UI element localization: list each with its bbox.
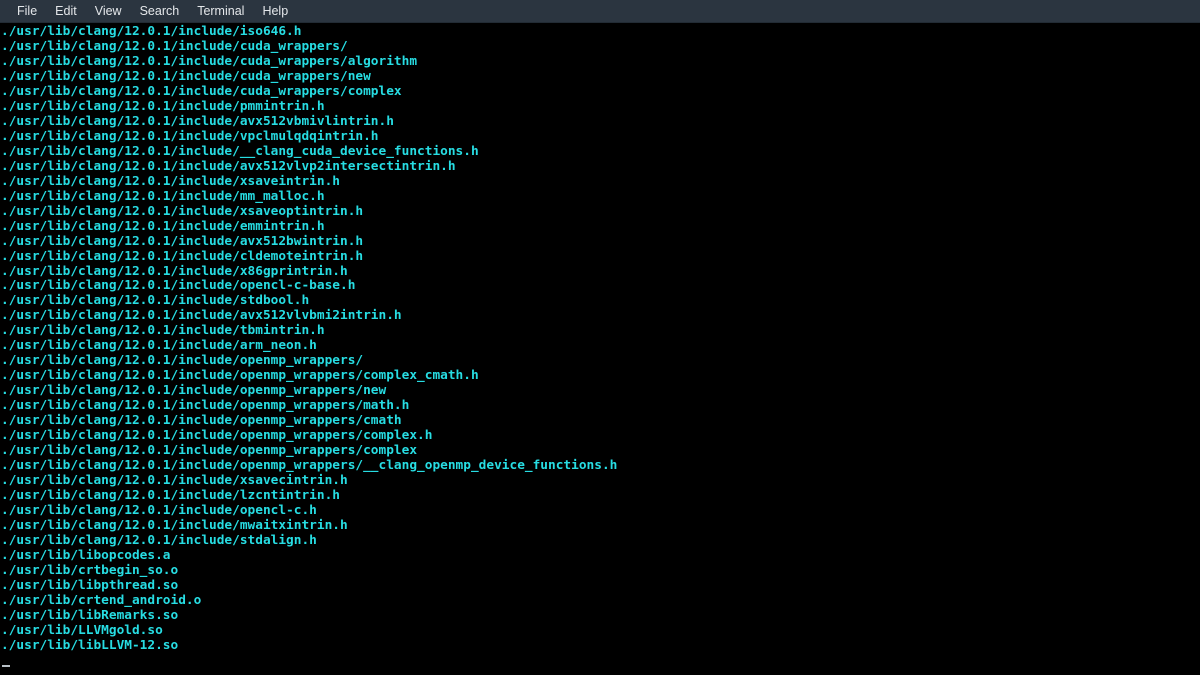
terminal-line: ./usr/lib/clang/12.0.1/include/xsavecint…: [1, 473, 348, 489]
terminal-line: ./usr/lib/clang/12.0.1/include/emmintrin…: [1, 218, 325, 234]
terminal-line: ./usr/lib/clang/12.0.1/include/cuda_wrap…: [1, 53, 418, 69]
terminal-line: ./usr/lib/crtend_android.o: [1, 592, 202, 608]
terminal-line: ./usr/lib/clang/12.0.1/include/openmp_wr…: [1, 458, 618, 474]
menu-item-search[interactable]: Search: [131, 2, 189, 21]
terminal-line: ./usr/lib/LLVMgold.so: [1, 622, 163, 638]
terminal-line: ./usr/lib/clang/12.0.1/include/cuda_wrap…: [1, 68, 371, 84]
terminal-line: ./usr/lib/clang/12.0.1/include/openmp_wr…: [1, 398, 410, 414]
terminal-line: ./usr/lib/clang/12.0.1/include/openmp_wr…: [1, 443, 418, 459]
terminal-line: ./usr/lib/clang/12.0.1/include/stdbool.h: [1, 293, 310, 309]
terminal-line: ./usr/lib/clang/12.0.1/include/openmp_wr…: [1, 368, 479, 384]
terminal-line: ./usr/lib/libLLVM-12.so: [1, 637, 179, 653]
menu-item-edit[interactable]: Edit: [46, 2, 86, 21]
terminal-line: ./usr/lib/clang/12.0.1/include/__clang_c…: [1, 143, 479, 159]
terminal-line: ./usr/lib/clang/12.0.1/include/openmp_wr…: [1, 383, 387, 399]
terminal-window: File Edit View Search Terminal Help ./us…: [0, 0, 1200, 675]
terminal-line: ./usr/lib/crtbegin_so.o: [1, 562, 179, 578]
terminal-line: ./usr/lib/clang/12.0.1/include/arm_neon.…: [1, 338, 317, 354]
terminal-line: ./usr/lib/clang/12.0.1/include/openmp_wr…: [1, 413, 402, 429]
terminal-line: ./usr/lib/clang/12.0.1/include/avx512bwi…: [1, 233, 364, 249]
menu-item-help[interactable]: Help: [253, 2, 297, 21]
terminal-line: ./usr/lib/clang/12.0.1/include/opencl-c.…: [1, 503, 317, 518]
terminal-line: ./usr/lib/clang/12.0.1/include/cldemotei…: [1, 248, 364, 264]
terminal-line: ./usr/lib/clang/12.0.1/include/lzcntintr…: [1, 488, 340, 504]
terminal-line: ./usr/lib/clang/12.0.1/include/mm_malloc…: [1, 188, 325, 204]
terminal-line: ./usr/lib/clang/12.0.1/include/opencl-c-…: [1, 278, 356, 294]
terminal-line-list: ./usr/lib/clang/12.0.1/include/iso646.h.…: [0, 24, 1200, 654]
text-cursor: [2, 665, 10, 667]
terminal-line: ./usr/lib/clang/12.0.1/include/mwaitxint…: [1, 517, 348, 533]
terminal-line: ./usr/lib/clang/12.0.1/include/pmmintrin…: [1, 98, 325, 114]
terminal-line: ./usr/lib/clang/12.0.1/include/cuda_wrap…: [1, 83, 402, 99]
terminal-line: ./usr/lib/clang/12.0.1/include/avx512vlv…: [1, 308, 402, 324]
terminal-line: ./usr/lib/clang/12.0.1/include/avx512vlv…: [1, 158, 456, 174]
terminal-line: ./usr/lib/clang/12.0.1/include/iso646.h: [1, 24, 302, 39]
terminal-line: ./usr/lib/clang/12.0.1/include/x86gprint…: [1, 263, 348, 279]
menu-bar: File Edit View Search Terminal Help: [0, 0, 1200, 23]
terminal-line: ./usr/lib/clang/12.0.1/include/openmp_wr…: [1, 428, 433, 444]
terminal-line: ./usr/lib/libRemarks.so: [1, 607, 179, 623]
terminal-line: ./usr/lib/clang/12.0.1/include/cuda_wrap…: [1, 38, 348, 54]
terminal-output[interactable]: ./usr/lib/clang/12.0.1/include/iso646.h.…: [0, 23, 1200, 675]
terminal-line: ./usr/lib/libpthread.so: [1, 577, 179, 593]
terminal-line: ./usr/lib/clang/12.0.1/include/openmp_wr…: [1, 353, 364, 369]
terminal-line: ./usr/lib/clang/12.0.1/include/vpclmulqd…: [1, 128, 379, 144]
terminal-line: ./usr/lib/clang/12.0.1/include/xsaveopti…: [1, 203, 364, 219]
terminal-line: ./usr/lib/clang/12.0.1/include/tbmintrin…: [1, 323, 325, 339]
menu-item-file[interactable]: File: [8, 2, 46, 21]
menu-item-terminal[interactable]: Terminal: [188, 2, 253, 21]
terminal-line: ./usr/lib/libopcodes.a: [1, 547, 171, 563]
terminal-line: ./usr/lib/clang/12.0.1/include/avx512vbm…: [1, 113, 394, 129]
terminal-line: ./usr/lib/clang/12.0.1/include/xsaveintr…: [1, 173, 340, 189]
terminal-line: ./usr/lib/clang/12.0.1/include/stdalign.…: [1, 532, 317, 548]
menu-item-view[interactable]: View: [86, 2, 131, 21]
